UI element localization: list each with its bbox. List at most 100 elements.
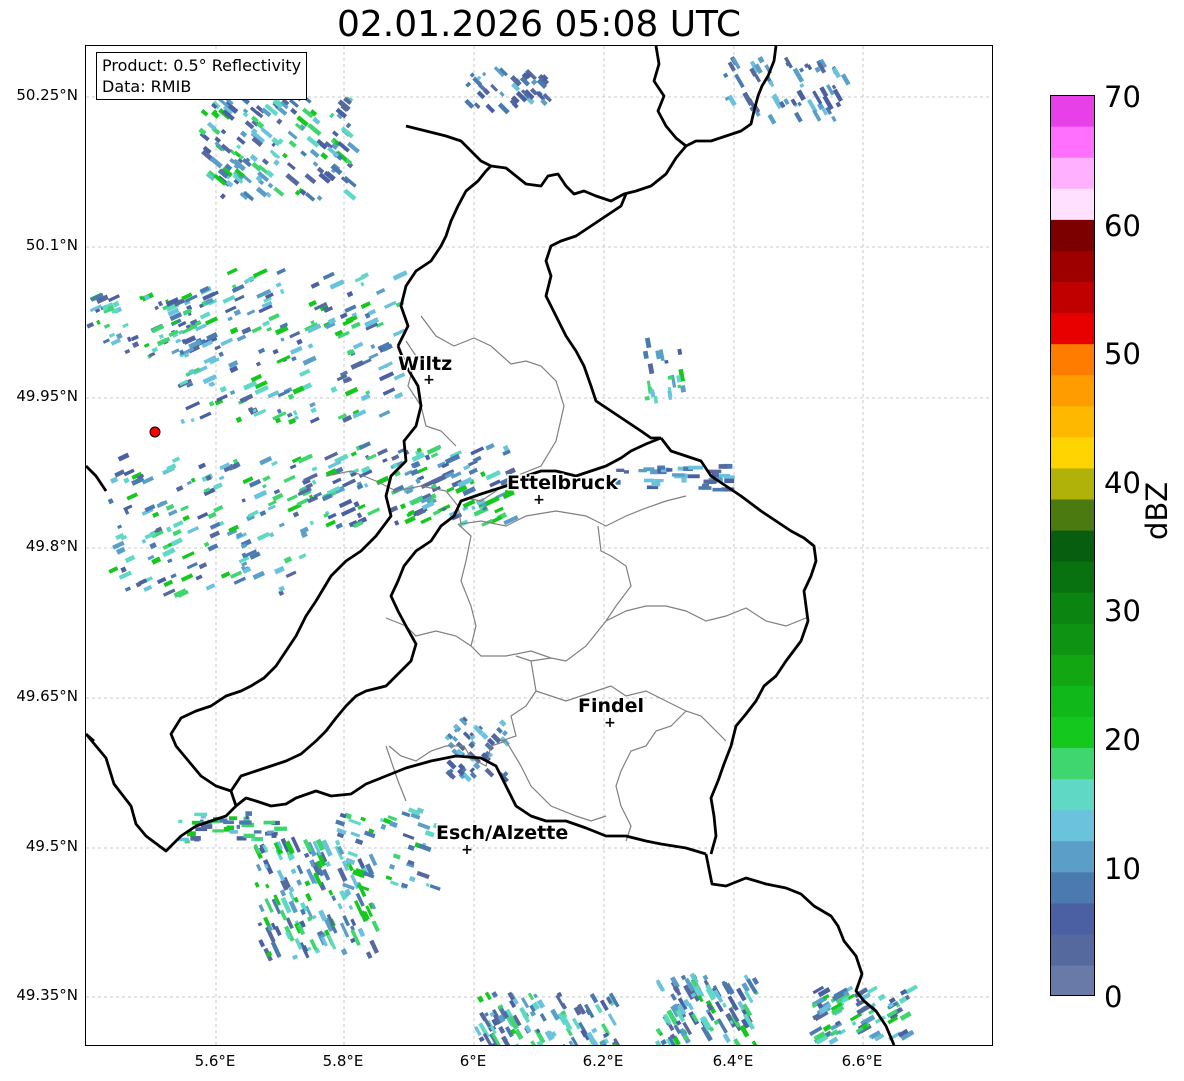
echo-cell	[132, 341, 140, 349]
echo-cell	[490, 83, 499, 92]
echo-cell	[767, 113, 777, 125]
echo-cell	[346, 141, 360, 154]
echo-cell	[293, 896, 299, 903]
city-label: Ettelbruck	[507, 472, 618, 494]
colorbar-segment	[1050, 312, 1095, 345]
colorbar-label: dBZ	[1140, 481, 1174, 540]
echo-cell	[416, 870, 430, 880]
echo-cell	[650, 470, 658, 475]
echo-cell	[561, 1043, 570, 1045]
echo-cell	[583, 1003, 595, 1019]
echo-cell	[198, 127, 207, 136]
echo-cell	[366, 453, 377, 461]
echo-cell	[123, 477, 130, 484]
echo-cell	[180, 418, 186, 425]
echo-cell	[273, 186, 285, 197]
echo-cell	[360, 393, 371, 402]
echo-cell	[245, 815, 249, 820]
echo-cell	[527, 992, 535, 1001]
echo-cell	[365, 951, 373, 960]
lon-tick: 6.4°E	[712, 1052, 754, 1070]
echo-cell	[157, 300, 164, 307]
echo-cell	[392, 853, 401, 860]
echo-cell	[257, 921, 263, 927]
echo-cell	[141, 476, 154, 485]
echo-cell	[376, 448, 388, 456]
echo-cell	[667, 375, 673, 380]
echo-cell	[258, 904, 265, 913]
echo-cell	[110, 337, 122, 346]
echo-cell	[343, 188, 357, 201]
echo-cell	[199, 411, 212, 420]
echo-cell	[227, 316, 233, 322]
echo-cell	[677, 348, 683, 356]
echo-cell	[370, 343, 376, 350]
echo-cell	[279, 288, 285, 295]
echo-cell	[670, 976, 680, 989]
echo-cell	[714, 1000, 724, 1013]
echo-cell	[716, 1018, 728, 1034]
echo-cell	[218, 475, 225, 481]
echo-cell	[205, 583, 216, 591]
colorbar-segment	[1050, 561, 1095, 593]
colorbar-tick: 30	[1104, 594, 1141, 628]
echo-cell	[172, 520, 184, 529]
colorbar-segment	[1050, 405, 1095, 438]
echo-cell	[239, 393, 254, 404]
echo-cell	[130, 334, 139, 342]
echo-cell	[340, 506, 357, 517]
colorbar-segment	[1050, 778, 1095, 811]
echo-cell	[390, 880, 399, 887]
radar-map[interactable]: + Wiltz + Ettelbruck + Findel + Esch/Alzette Pr…	[85, 45, 993, 1046]
echo-cell	[253, 830, 262, 834]
echo-cell	[109, 476, 119, 484]
echo-cell	[316, 166, 325, 175]
echo-cell	[350, 831, 361, 838]
echo-cell	[702, 974, 709, 981]
echo-cell	[220, 128, 227, 135]
echo-cell	[259, 456, 273, 466]
echo-cell	[229, 389, 236, 396]
echo-cell	[338, 498, 353, 509]
echo-cell	[714, 473, 719, 478]
echo-cell	[107, 294, 121, 303]
echo-cell	[424, 829, 435, 838]
echo-cell	[657, 468, 661, 474]
echo-cell	[233, 576, 247, 585]
lat-tick: 49.5°N	[25, 837, 78, 855]
colorbar-segment	[1050, 436, 1095, 469]
city-marker: +	[604, 715, 616, 731]
colorbar-segment	[1050, 654, 1095, 686]
echo-cell	[273, 565, 285, 575]
echo-cell	[378, 409, 391, 418]
echo-cell	[796, 89, 806, 101]
echo-cell	[724, 478, 735, 484]
echo-cell	[687, 1002, 694, 1011]
echo-cell	[533, 993, 538, 999]
echo-cell	[265, 883, 270, 889]
echo-cell	[677, 384, 682, 389]
echo-cell	[143, 342, 150, 348]
colorbar-segment	[1050, 219, 1095, 251]
echo-cell	[167, 558, 173, 564]
echo-cell	[591, 1027, 598, 1034]
echo-cell	[271, 460, 278, 467]
colorbar-segment	[1050, 902, 1095, 935]
echo-cell	[185, 401, 201, 411]
echo-cell	[485, 103, 496, 114]
colorbar-segment	[1050, 343, 1095, 376]
echo-cell	[812, 90, 823, 105]
echo-cell	[286, 494, 298, 502]
echo-cell	[275, 282, 282, 288]
echo-cell	[328, 889, 334, 896]
echo-cell	[283, 556, 293, 564]
echo-cell	[214, 136, 222, 144]
echo-cell	[794, 111, 803, 123]
echo-cell	[424, 454, 431, 461]
colorbar-tick: 50	[1104, 337, 1141, 371]
echo-cell	[647, 363, 655, 375]
echo-cell	[258, 939, 266, 948]
echo-cell	[671, 473, 685, 477]
echo-cell	[334, 839, 341, 846]
echo-cell	[219, 193, 226, 200]
